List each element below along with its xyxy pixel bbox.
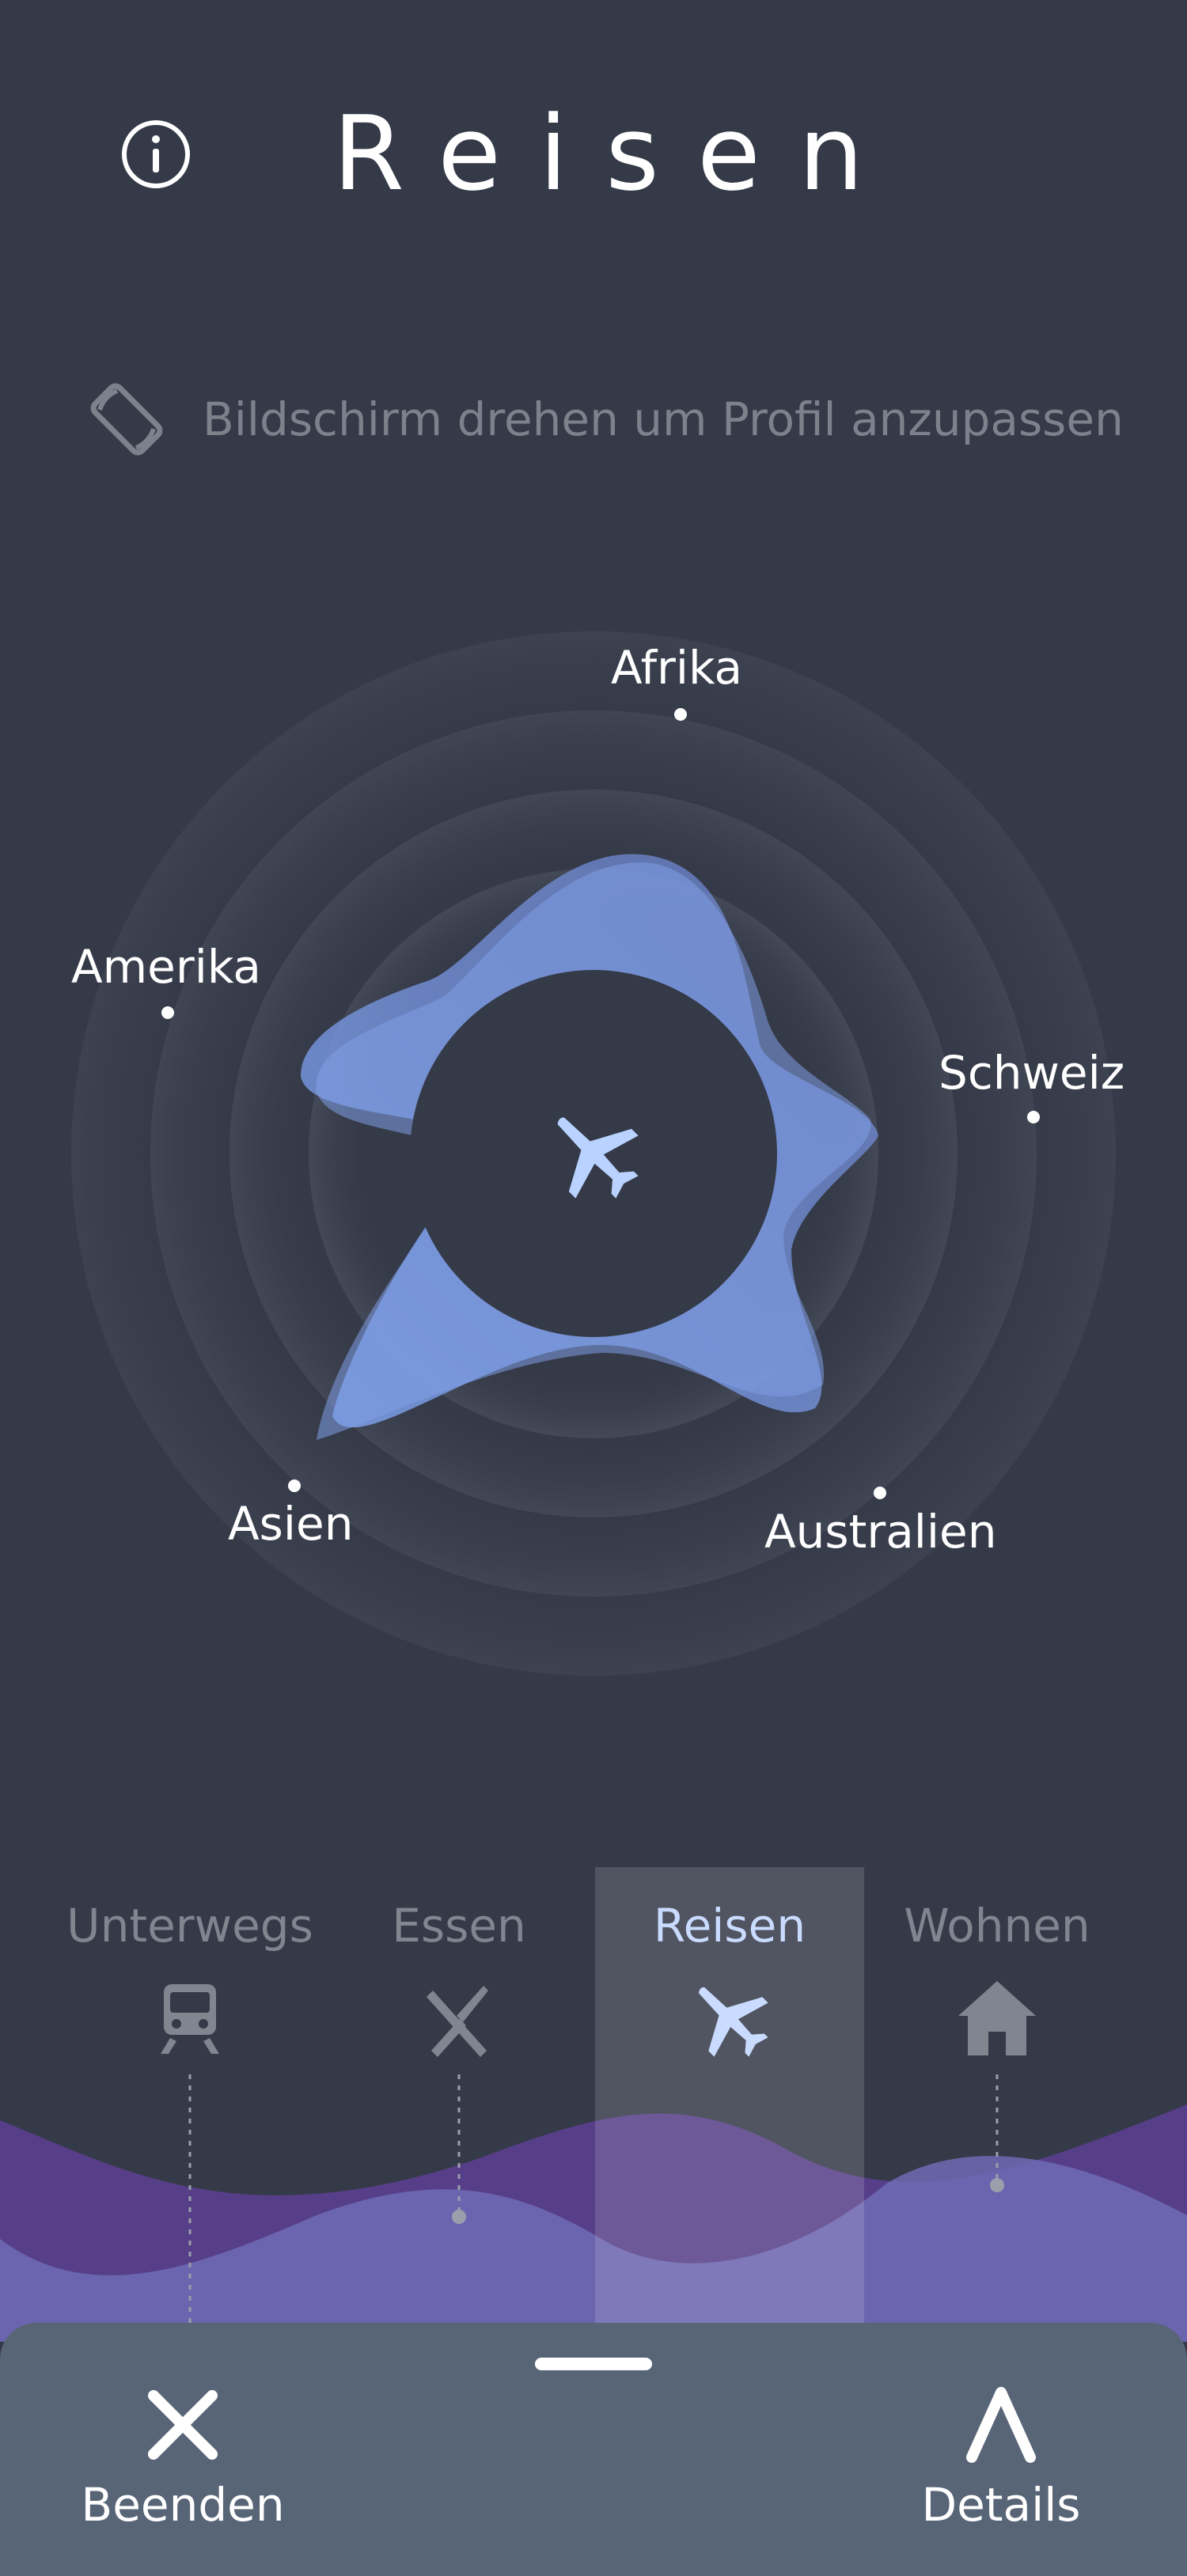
chevron-up-icon: [966, 2387, 1036, 2463]
tab-unterwegs[interactable]: Unterwegs: [55, 1867, 324, 2335]
details-button[interactable]: Details: [910, 2381, 1092, 2532]
category-tabbar: Unterwegs Essen Reisen Wohnen: [0, 1867, 1187, 2335]
rotate-hint: Bildschirm drehen um Profil anzupassen: [85, 378, 1124, 460]
details-button-label: Details: [921, 2478, 1081, 2532]
tab-label: Wohnen: [904, 1899, 1090, 1953]
close-button-label: Beenden: [81, 2478, 285, 2532]
tab-connector: [188, 2074, 192, 2335]
home-icon: [958, 1981, 1036, 2055]
region-dot-schweiz: [1027, 1111, 1040, 1123]
sheet-drag-handle[interactable]: [535, 2358, 652, 2370]
tab-reisen[interactable]: Reisen: [595, 1867, 864, 2326]
page-title: Reisen: [332, 93, 902, 214]
tab-connector: [990, 2074, 1004, 2192]
region-label-asien: Asien: [228, 1497, 354, 1551]
region-label-amerika: Amerika: [71, 940, 261, 994]
profile-radar: [71, 631, 1116, 1676]
region-dot-australien: [874, 1487, 886, 1499]
close-icon: [148, 2390, 218, 2460]
screen-rotation-icon: [90, 383, 163, 456]
tab-label: Unterwegs: [66, 1899, 313, 1953]
tab-label: Reisen: [653, 1899, 806, 1953]
tab-wohnen[interactable]: Wohnen: [863, 1867, 1132, 2326]
tab-label: Essen: [392, 1899, 526, 1953]
tab-connector: [452, 2074, 466, 2224]
region-label-afrika: Afrika: [611, 641, 743, 695]
tab-essen[interactable]: Essen: [324, 1867, 594, 2326]
region-dot-amerika: [161, 1006, 174, 1019]
close-button[interactable]: Beenden: [76, 2381, 290, 2532]
region-label-australien: Australien: [764, 1505, 997, 1559]
region-dot-afrika: [674, 708, 687, 721]
bottom-sheet: Beenden Details: [0, 2323, 1187, 2576]
region-label-schweiz: Schweiz: [939, 1046, 1125, 1100]
train-icon: [161, 1984, 219, 2054]
rotate-hint-text: Bildschirm drehen um Profil anzupassen: [203, 392, 1124, 446]
region-dot-asien: [288, 1479, 301, 1492]
airplane-icon: [699, 1987, 768, 2057]
fork-knife-icon: [427, 1986, 488, 2057]
